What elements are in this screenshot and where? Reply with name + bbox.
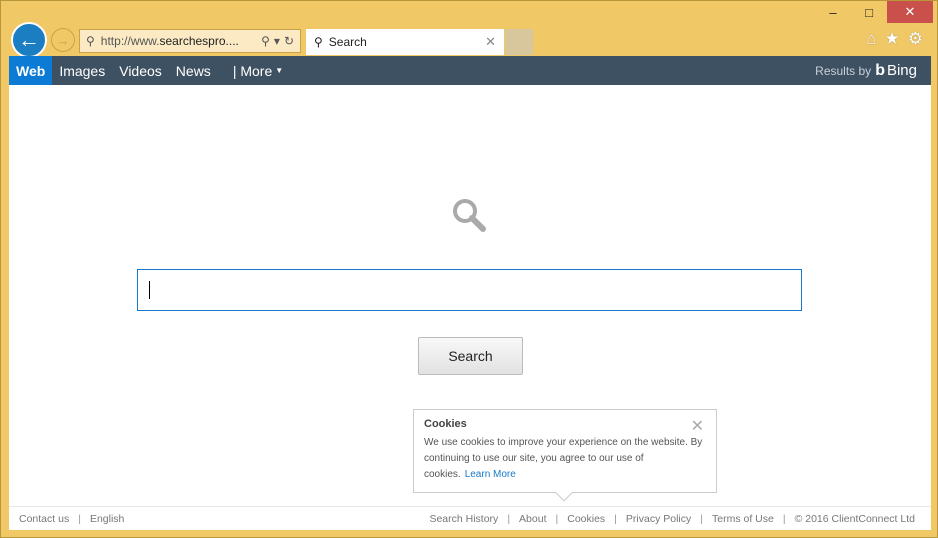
search-input[interactable] xyxy=(137,269,802,311)
footer-link-cookies[interactable]: Cookies xyxy=(567,513,605,525)
close-icon[interactable]: ✕ xyxy=(691,416,704,436)
url-domain: searchespro.... xyxy=(159,34,239,48)
home-icon[interactable]: ⌂ xyxy=(866,29,876,49)
footer: Contact us | English Search History | Ab… xyxy=(9,506,931,530)
text-cursor xyxy=(149,281,150,299)
cookie-title: Cookies xyxy=(424,418,467,430)
footer-link-privacy[interactable]: Privacy Policy xyxy=(626,513,691,525)
more-label: | More xyxy=(232,62,273,79)
separator: | xyxy=(614,512,617,525)
search-icon[interactable]: ⚲ xyxy=(261,34,270,48)
footer-copyright: © 2016 ClientConnect Ltd xyxy=(794,512,915,525)
footer-link-contact[interactable]: Contact us xyxy=(19,513,69,525)
bing-logo: b Bing xyxy=(875,62,917,80)
results-by-bing: Results by b Bing xyxy=(815,62,917,80)
dropdown-icon[interactable]: ▾ xyxy=(274,34,280,48)
close-tab-icon[interactable]: ✕ xyxy=(485,34,496,50)
separator: | xyxy=(78,512,81,525)
new-tab-button[interactable] xyxy=(505,29,533,55)
back-button[interactable]: ← xyxy=(11,22,47,58)
search-nav: Web Images Videos News | More ▼ Results b… xyxy=(9,56,931,85)
nav-videos[interactable]: Videos xyxy=(112,56,169,85)
footer-link-language[interactable]: English xyxy=(90,513,124,525)
learn-more-link[interactable]: Learn More xyxy=(465,469,516,480)
star-icon[interactable]: ★ xyxy=(885,29,900,49)
bing-label: Bing xyxy=(886,61,917,79)
separator: | xyxy=(555,512,559,525)
maximize-button[interactable]: □ xyxy=(851,1,887,23)
minimize-button[interactable]: – xyxy=(815,1,851,23)
search-button[interactable]: Search xyxy=(418,337,523,375)
browser-window: – □ ✕ ← → ⚲ http://www.searchespro.... ⚲… xyxy=(0,0,938,538)
nav-more[interactable]: | More ▼ xyxy=(226,56,290,85)
browser-tab[interactable]: ⚲ Search ✕ xyxy=(306,29,504,55)
results-by-label: Results by xyxy=(815,63,872,78)
footer-right: Search History | About | Cookies | Priva… xyxy=(429,513,921,525)
footer-link-search-history[interactable]: Search History xyxy=(429,513,498,525)
address-bar[interactable]: ⚲ http://www.searchespro.... ⚲ ▾ ↻ xyxy=(79,29,301,53)
refresh-icon[interactable]: ↻ xyxy=(284,34,294,48)
close-button[interactable]: ✕ xyxy=(887,1,933,23)
nav-images[interactable]: Images xyxy=(52,56,112,85)
footer-link-terms[interactable]: Terms of Use xyxy=(712,513,774,525)
footer-link-about[interactable]: About xyxy=(519,513,546,525)
arrow-right-icon: → xyxy=(56,32,70,48)
tab-title: Search xyxy=(328,35,367,49)
arrow-left-icon: ← xyxy=(18,27,40,52)
address-url[interactable]: http://www.searchespro.... xyxy=(101,34,257,48)
bing-icon: b xyxy=(875,61,885,79)
cookie-popup: Cookies We use cookies to improve your e… xyxy=(413,409,717,502)
page-content: Search Cookies We use cookies to improve… xyxy=(9,85,931,530)
cookie-text: We use cookies to improve your experienc… xyxy=(424,435,706,483)
separator: | xyxy=(782,512,786,525)
url-prefix: http://www. xyxy=(100,34,160,48)
forward-button[interactable]: → xyxy=(51,28,75,52)
nav-news[interactable]: News xyxy=(169,56,218,85)
separator: | xyxy=(507,512,511,525)
search-icon: ⚲ xyxy=(314,35,323,49)
gear-icon[interactable]: ⚙ xyxy=(908,29,923,49)
window-controls: – □ ✕ xyxy=(815,1,933,23)
search-icon: ⚲ xyxy=(86,34,95,48)
toolbar-icons: ⌂ ★ ⚙ xyxy=(866,29,923,49)
nav-web[interactable]: Web xyxy=(9,56,53,85)
magnifier-icon xyxy=(453,199,486,232)
popup-pointer xyxy=(555,484,573,502)
separator: | xyxy=(700,512,703,525)
chevron-down-icon: ▼ xyxy=(275,66,284,75)
